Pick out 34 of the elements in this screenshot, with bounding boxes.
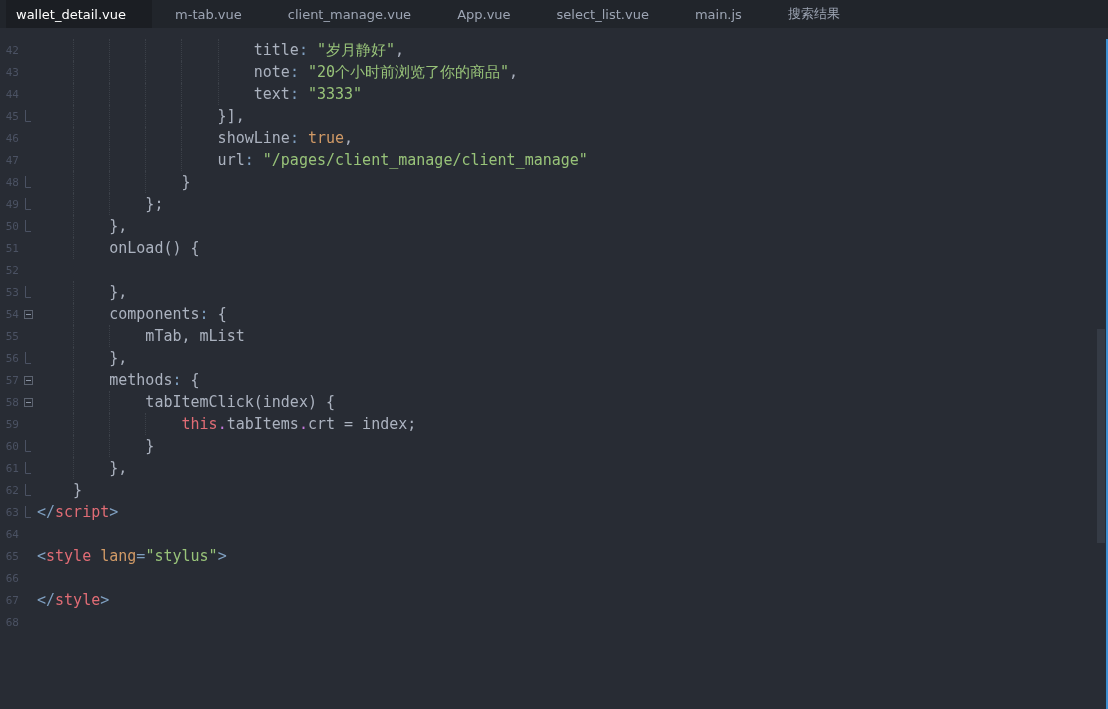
- code-line: methods: {: [108, 371, 200, 389]
- file-tab[interactable]: App.vue: [434, 0, 534, 28]
- code-line: note: "20个小时前浏览了你的商品",: [252, 62, 519, 82]
- file-tab[interactable]: main.js: [671, 0, 765, 28]
- collapse-icon[interactable]: [23, 375, 33, 385]
- code-line: </style>: [37, 591, 110, 609]
- file-tab[interactable]: client_manage.vue: [264, 0, 435, 28]
- code-line: </script>: [37, 503, 119, 521]
- code-line: components: {: [108, 305, 227, 323]
- code-line: },: [108, 283, 128, 301]
- code-line: showLine: true,: [216, 129, 354, 147]
- code-line: }: [180, 173, 191, 191]
- code-line: }: [144, 437, 155, 455]
- file-tab[interactable]: m-tab.vue: [152, 0, 265, 28]
- code-line: mTab, mList: [144, 327, 245, 345]
- collapse-icon[interactable]: [23, 397, 33, 407]
- file-tab[interactable]: wallet_detail.vue: [6, 0, 153, 28]
- code-line: url: "/pages/client_manage/client_manage": [216, 151, 588, 169]
- code-line: },: [108, 459, 128, 477]
- code-line: this.tabItems.crt = index;: [180, 415, 417, 433]
- code-line: },: [108, 349, 128, 367]
- file-tab[interactable]: 搜索结果: [764, 0, 863, 28]
- code-line: },: [108, 217, 128, 235]
- code-line: }: [72, 481, 83, 499]
- code-line: onLoad() {: [108, 239, 200, 257]
- code-line: title: "岁月静好",: [252, 40, 405, 60]
- scrollbar[interactable]: [1096, 39, 1108, 709]
- collapse-icon[interactable]: [23, 309, 33, 319]
- code-line: };: [144, 195, 164, 213]
- file-tab[interactable]: select_list.vue: [533, 0, 672, 28]
- code-line: tabItemClick(index) {: [144, 393, 335, 411]
- code-line: }],: [216, 107, 245, 125]
- code-line: text: "3333": [252, 85, 363, 103]
- code-line: <style lang="stylus">: [37, 547, 227, 565]
